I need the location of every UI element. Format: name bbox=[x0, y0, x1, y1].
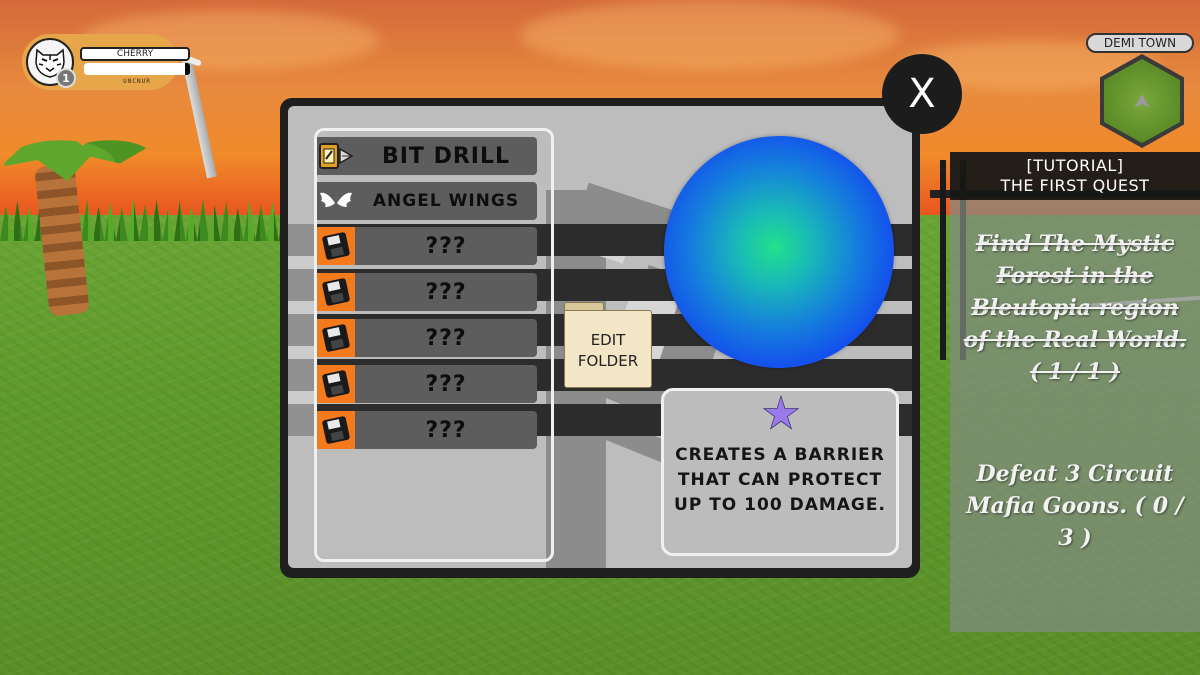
level-badge: 1 bbox=[56, 68, 76, 88]
chip-item-label: ??? bbox=[425, 417, 467, 443]
fence-post bbox=[940, 160, 946, 360]
chip-item-angel-wings[interactable]: ANGEL WINGS bbox=[317, 182, 537, 220]
chip-item-label: ??? bbox=[425, 279, 467, 305]
quest-panel[interactable]: [TUTORIAL] THE FIRST QUEST Find The Myst… bbox=[950, 152, 1200, 632]
floppy-disk-icon bbox=[321, 369, 351, 399]
chip-preview-orb bbox=[664, 136, 894, 368]
chip-item-bit-drill[interactable]: BIT DRILL bbox=[317, 137, 537, 175]
player-card[interactable]: 1 CHERRY UNCNUR bbox=[22, 34, 190, 90]
angel-wings-icon bbox=[317, 182, 355, 220]
chip-item-locked[interactable]: ??? bbox=[317, 365, 537, 403]
edit-folder-label-line1: EDIT bbox=[590, 331, 626, 349]
quest-title-tag: [TUTORIAL] bbox=[1026, 156, 1124, 175]
health-bar-fill bbox=[84, 63, 185, 75]
floppy-disk-icon bbox=[321, 323, 351, 353]
floppy-disk-icon bbox=[321, 415, 351, 445]
chip-item-locked[interactable]: ??? bbox=[317, 273, 537, 311]
quest-title-name: THE FIRST QUEST bbox=[1000, 176, 1150, 195]
chip-item-label: BIT DRILL bbox=[381, 143, 511, 169]
edit-folder-label-line2: FOLDER bbox=[577, 352, 639, 370]
quest-objective-completed: Find The Mystic Forest in the Bleutopia … bbox=[963, 231, 1187, 385]
chip-description: CREATES A BARRIER THAT CAN PROTECT UP TO… bbox=[674, 445, 886, 515]
quest-objective-active: Defeat 3 Circuit Mafia Goons. ( 0 / 3 ) bbox=[966, 461, 1184, 551]
chip-item-label: ??? bbox=[425, 325, 467, 351]
chip-item-locked[interactable]: ??? bbox=[317, 227, 537, 265]
health-bar bbox=[84, 63, 190, 75]
floppy-disk-icon bbox=[321, 231, 351, 261]
star-icon bbox=[764, 397, 798, 428]
floppy-disk-icon bbox=[321, 277, 351, 307]
cloud bbox=[520, 0, 900, 70]
dialog-content: BIT DRILL ANGEL WINGS ??? ??? ??? ??? ??… bbox=[288, 106, 912, 568]
player-subtitle: UNCNUR bbox=[123, 78, 151, 85]
chip-description-box: CREATES A BARRIER THAT CAN PROTECT UP TO… bbox=[661, 388, 899, 556]
edit-folder-button[interactable]: EDIT FOLDER bbox=[564, 302, 652, 388]
quest-title: [TUTORIAL] THE FIRST QUEST bbox=[950, 152, 1200, 200]
chip-folder-dialog: BIT DRILL ANGEL WINGS ??? ??? ??? ??? ??… bbox=[280, 98, 920, 578]
close-button[interactable]: X bbox=[882, 54, 962, 134]
chip-item-label: ANGEL WINGS bbox=[372, 191, 520, 211]
player-name: CHERRY bbox=[80, 47, 190, 61]
chip-item-label: ??? bbox=[425, 233, 467, 259]
chip-list[interactable]: BIT DRILL ANGEL WINGS ??? ??? ??? ??? ??… bbox=[314, 128, 554, 562]
chip-item-locked[interactable]: ??? bbox=[317, 319, 537, 357]
location-label: DEMI TOWN bbox=[1086, 33, 1194, 53]
chip-item-label: ??? bbox=[425, 371, 467, 397]
chip-item-locked[interactable]: ??? bbox=[317, 411, 537, 449]
drill-chip-icon bbox=[317, 137, 355, 175]
